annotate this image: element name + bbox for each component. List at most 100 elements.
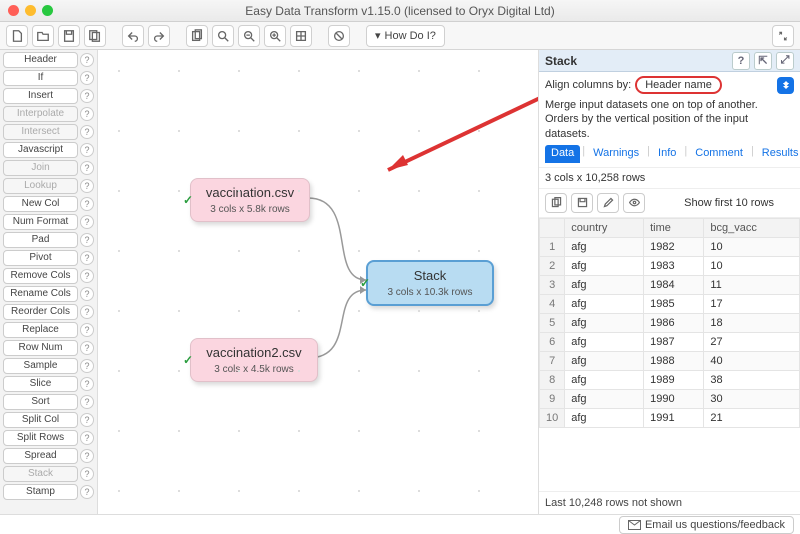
transform-slice[interactable]: Slice xyxy=(3,376,78,392)
tab-comment[interactable]: Comment xyxy=(689,145,749,163)
tab-warnings[interactable]: Warnings xyxy=(587,145,645,163)
help-icon[interactable]: ? xyxy=(80,287,94,301)
tab-info[interactable]: Info xyxy=(652,145,682,163)
transform-split-col[interactable]: Split Col xyxy=(3,412,78,428)
save-all-button[interactable] xyxy=(84,25,106,47)
transform-header[interactable]: Header xyxy=(3,52,78,68)
transform-spread[interactable]: Spread xyxy=(3,448,78,464)
close-window[interactable] xyxy=(8,5,19,16)
undo-button[interactable] xyxy=(122,25,144,47)
table-cell: afg xyxy=(565,332,644,351)
zoom-fit-button[interactable] xyxy=(212,25,234,47)
tab-results[interactable]: Results xyxy=(756,145,800,163)
collapse-icon[interactable]: ⤢ xyxy=(776,52,794,70)
help-icon[interactable]: ? xyxy=(80,233,94,247)
email-feedback-button[interactable]: Email us questions/feedback xyxy=(619,516,794,534)
help-icon[interactable]: ? xyxy=(80,341,94,355)
help-icon[interactable]: ? xyxy=(80,449,94,463)
canvas[interactable]: ✓ vaccination.csv 3 cols x 5.8k rows ✓ v… xyxy=(98,50,538,514)
zoom-window[interactable] xyxy=(42,5,53,16)
help-icon[interactable]: ? xyxy=(80,269,94,283)
help-icon[interactable]: ? xyxy=(80,197,94,211)
how-do-i-dropdown[interactable]: ▾How Do I? xyxy=(366,25,445,47)
table-cell: 11 xyxy=(704,275,800,294)
open-file-button[interactable] xyxy=(32,25,54,47)
help-icon[interactable]: ? xyxy=(80,251,94,265)
transform-replace[interactable]: Replace xyxy=(3,322,78,338)
table-cell: 1985 xyxy=(644,294,704,313)
panel-tabs: Data|Warnings|Info|Comment|Results xyxy=(539,145,800,168)
node-stack[interactable]: ✓ Stack 3 cols x 10.3k rows xyxy=(366,260,494,306)
transform-num-format[interactable]: Num Format xyxy=(3,214,78,230)
table-cell: 1988 xyxy=(644,351,704,370)
help-icon[interactable]: ? xyxy=(80,377,94,391)
help-icon[interactable]: ? xyxy=(80,179,94,193)
transform-javascript[interactable]: Javascript xyxy=(3,142,78,158)
help-icon[interactable]: ? xyxy=(80,53,94,67)
grid-button[interactable] xyxy=(290,25,312,47)
link-icon[interactable]: ⇱ xyxy=(754,52,772,70)
save-data-button[interactable] xyxy=(571,193,593,213)
help-icon[interactable]: ? xyxy=(80,89,94,103)
toolbar: ▾How Do I? xyxy=(0,22,800,50)
help-icon[interactable]: ? xyxy=(80,143,94,157)
data-table: countrytimebcg_vacc1afg1982102afg1983103… xyxy=(539,218,800,428)
zoom-out-button[interactable] xyxy=(238,25,260,47)
help-icon[interactable]: ? xyxy=(732,52,750,70)
new-file-button[interactable] xyxy=(6,25,28,47)
transform-sample[interactable]: Sample xyxy=(3,358,78,374)
align-columns-value[interactable]: Header name xyxy=(635,76,722,94)
transform-pivot[interactable]: Pivot xyxy=(3,250,78,266)
save-button[interactable] xyxy=(58,25,80,47)
check-icon: ✓ xyxy=(183,353,193,367)
help-icon[interactable]: ? xyxy=(80,71,94,85)
node-vaccination2-csv[interactable]: ✓ vaccination2.csv 3 cols x 4.5k rows xyxy=(190,338,318,382)
align-dropdown-button[interactable] xyxy=(777,77,794,94)
expand-button[interactable] xyxy=(772,25,794,47)
help-icon[interactable]: ? xyxy=(80,161,94,175)
transform-row-num[interactable]: Row Num xyxy=(3,340,78,356)
help-icon[interactable]: ? xyxy=(80,467,94,481)
help-icon[interactable]: ? xyxy=(80,431,94,445)
help-icon[interactable]: ? xyxy=(80,395,94,409)
node-title: Stack xyxy=(378,268,482,283)
table-cell: 1986 xyxy=(644,313,704,332)
transform-stamp[interactable]: Stamp xyxy=(3,484,78,500)
transform-pad[interactable]: Pad xyxy=(3,232,78,248)
transform-insert[interactable]: Insert xyxy=(3,88,78,104)
col-time: time xyxy=(644,218,704,237)
edit-button[interactable] xyxy=(597,193,619,213)
node-vaccination-csv[interactable]: ✓ vaccination.csv 3 cols x 5.8k rows xyxy=(190,178,310,222)
help-icon[interactable]: ? xyxy=(80,305,94,319)
transform-rename-cols[interactable]: Rename Cols xyxy=(3,286,78,302)
copy-button[interactable] xyxy=(186,25,208,47)
table-cell: afg xyxy=(565,256,644,275)
copy-data-button[interactable] xyxy=(545,193,567,213)
help-icon[interactable]: ? xyxy=(80,107,94,121)
table-cell: 1982 xyxy=(644,237,704,256)
table-cell: afg xyxy=(565,294,644,313)
stop-button[interactable] xyxy=(328,25,350,47)
rows-not-shown: Last 10,248 rows not shown xyxy=(539,491,800,514)
transform-sort[interactable]: Sort xyxy=(3,394,78,410)
node-subtitle: 3 cols x 5.8k rows xyxy=(201,204,299,215)
transform-remove-cols[interactable]: Remove Cols xyxy=(3,268,78,284)
help-icon[interactable]: ? xyxy=(80,359,94,373)
redo-button[interactable] xyxy=(148,25,170,47)
transform-reorder-cols[interactable]: Reorder Cols xyxy=(3,304,78,320)
node-subtitle: 3 cols x 4.5k rows xyxy=(201,364,307,375)
tab-data[interactable]: Data xyxy=(545,145,580,163)
transform-split-rows[interactable]: Split Rows xyxy=(3,430,78,446)
view-button[interactable] xyxy=(623,193,645,213)
table-cell: afg xyxy=(565,351,644,370)
help-icon[interactable]: ? xyxy=(80,413,94,427)
minimize-window[interactable] xyxy=(25,5,36,16)
transform-if[interactable]: If xyxy=(3,70,78,86)
help-icon[interactable]: ? xyxy=(80,485,94,499)
help-icon[interactable]: ? xyxy=(80,125,94,139)
help-icon[interactable]: ? xyxy=(80,323,94,337)
zoom-in-button[interactable] xyxy=(264,25,286,47)
show-rows-dropdown[interactable] xyxy=(778,195,794,211)
help-icon[interactable]: ? xyxy=(80,215,94,229)
transform-new-col[interactable]: New Col xyxy=(3,196,78,212)
